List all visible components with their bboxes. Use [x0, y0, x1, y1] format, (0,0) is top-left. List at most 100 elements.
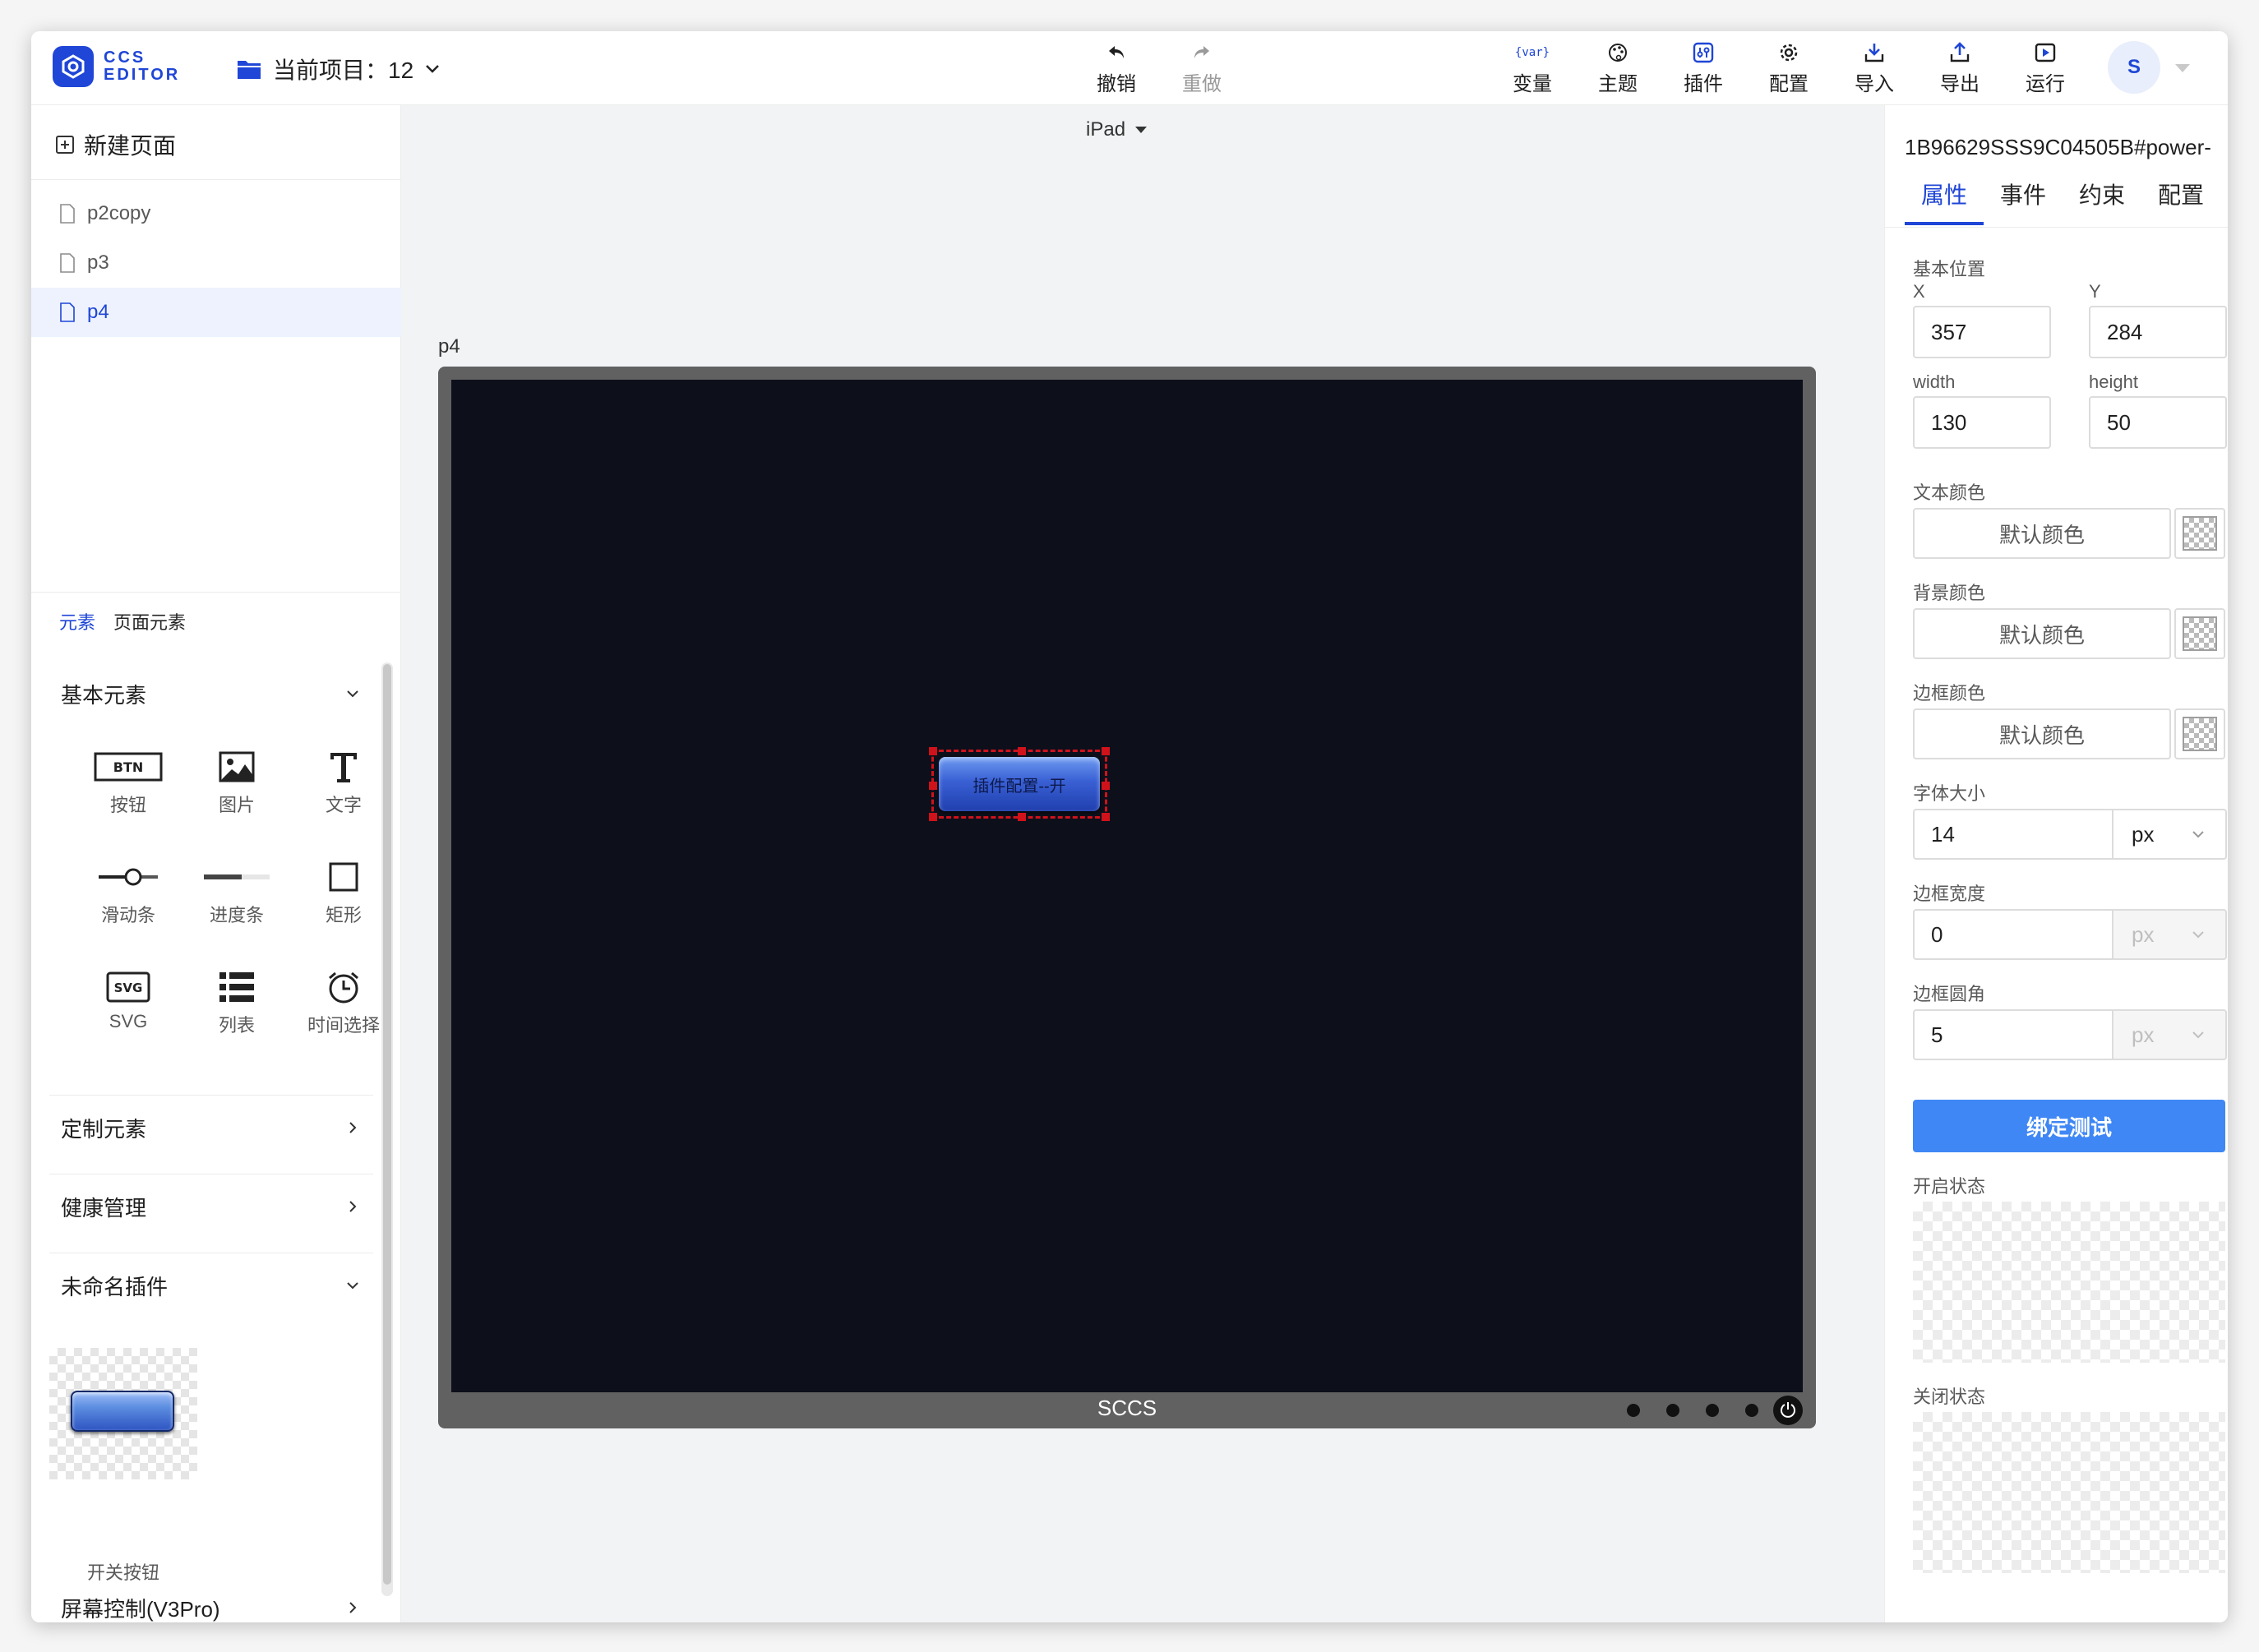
border-color-button[interactable]: 默认颜色 — [1913, 708, 2171, 759]
tab-elements[interactable]: 元素 — [59, 608, 95, 634]
add-square-icon — [56, 136, 74, 154]
device-selector[interactable]: iPad — [1086, 118, 1148, 141]
chevron-down-icon — [426, 65, 440, 73]
var-icon: {var} — [1516, 46, 1549, 59]
element-svg[interactable]: SVG SVG — [79, 967, 178, 1057]
section-health-management[interactable]: 健康管理 — [49, 1182, 373, 1231]
divider — [31, 179, 401, 180]
list-icon — [219, 972, 254, 1002]
component-id: 1B96629SSS9C04505B#power- — [1905, 135, 2211, 159]
user-avatar[interactable]: S — [2108, 41, 2160, 94]
resize-handle[interactable] — [1018, 747, 1026, 755]
device-frame: 插件配置--开 SCCS — [438, 367, 1816, 1428]
rect-icon — [329, 862, 358, 892]
theme-button[interactable]: 主题 — [1585, 41, 1651, 97]
top-toolbar: CCS EDITOR 当前项目：12 撤销 重做 {var} 变量 主题 插件 … — [31, 31, 2228, 105]
border-color-picker[interactable] — [2174, 708, 2225, 759]
element-slider[interactable]: 滑动条 — [79, 856, 178, 947]
svg-text:SVG: SVG — [114, 981, 143, 995]
project-selector[interactable]: 当前项目：12 — [237, 53, 441, 85]
bind-test-button[interactable]: 绑定测试 — [1913, 1100, 2225, 1152]
import-icon — [1864, 44, 1884, 62]
svg-text:{var}: {var} — [1516, 46, 1549, 59]
element-list[interactable]: 列表 — [187, 967, 286, 1057]
section-screen-control[interactable]: 屏幕控制(V3Pro) — [49, 1593, 373, 1622]
app-logo: CCS EDITOR — [53, 46, 180, 87]
off-state-label: 关闭状态 — [1913, 1387, 1986, 1407]
resize-handle[interactable] — [1102, 782, 1110, 790]
y-input[interactable]: 284 — [2089, 306, 2227, 358]
border-radius-unit-select[interactable]: px — [2112, 1009, 2227, 1060]
plugins-button[interactable]: 插件 — [1670, 41, 1736, 97]
import-button[interactable]: 导入 — [1841, 41, 1907, 97]
font-size-input[interactable]: 14 — [1913, 809, 2113, 860]
section-unnamed-plugins[interactable]: 未命名插件 — [49, 1261, 373, 1310]
resize-handle[interactable] — [929, 813, 937, 821]
selected-component[interactable]: 插件配置--开 — [929, 747, 1110, 821]
bg-color-button[interactable]: 默认颜色 — [1913, 608, 2171, 659]
device-brand: SCCS — [1097, 1396, 1157, 1420]
resize-handle[interactable] — [1102, 747, 1110, 755]
image-icon — [219, 751, 255, 782]
plugin-switch-thumbnail[interactable] — [49, 1348, 197, 1479]
resize-handle[interactable] — [1018, 813, 1026, 821]
tab-config[interactable]: 配置 — [2141, 178, 2220, 225]
file-icon — [60, 253, 75, 273]
border-width-label: 边框宽度 — [1913, 884, 1986, 904]
height-input[interactable]: 50 — [2089, 396, 2227, 449]
undo-icon — [1109, 46, 1124, 58]
svg-text:BTN: BTN — [113, 759, 144, 775]
config-button[interactable]: 配置 — [1756, 41, 1822, 97]
variables-button[interactable]: {var} 变量 — [1499, 41, 1565, 97]
new-page-button[interactable]: 新建页面 — [56, 128, 176, 161]
element-rect[interactable]: 矩形 — [294, 856, 393, 947]
tab-constraints[interactable]: 约束 — [2063, 178, 2141, 225]
switch-button[interactable]: 插件配置--开 — [939, 757, 1100, 811]
undo-button[interactable]: 撤销 — [1083, 41, 1149, 97]
tab-page-elements[interactable]: 页面元素 — [113, 608, 186, 634]
resize-handle[interactable] — [929, 747, 937, 755]
section-basic-elements[interactable]: 基本元素 — [49, 669, 373, 718]
chevron-right-icon — [349, 1201, 357, 1212]
off-state-image-slot[interactable] — [1913, 1412, 2225, 1573]
play-icon — [2035, 43, 2056, 62]
page-item-p2copy[interactable]: p2copy — [31, 189, 401, 238]
element-image[interactable]: 图片 — [187, 746, 286, 837]
redo-button[interactable]: 重做 — [1169, 41, 1235, 97]
font-size-unit-select[interactable]: px — [2112, 809, 2227, 860]
resize-handle[interactable] — [929, 782, 937, 790]
on-state-image-slot[interactable] — [1913, 1202, 2225, 1363]
width-label: width — [1913, 371, 1956, 392]
export-button[interactable]: 导出 — [1927, 41, 1993, 97]
bg-color-label: 背景颜色 — [1913, 583, 1986, 603]
avatar-menu-caret-icon[interactable] — [2175, 64, 2190, 72]
divider — [49, 1095, 373, 1096]
divider — [31, 592, 401, 593]
element-progress[interactable]: 进度条 — [187, 856, 286, 947]
bg-color-picker[interactable] — [2174, 608, 2225, 659]
border-radius-input[interactable]: 5 — [1913, 1009, 2113, 1060]
element-library: 基本元素 BTN 按钮 图片 文字 滑动条 进度条 矩形 SVG SVG 列表 … — [31, 656, 401, 1622]
element-text[interactable]: 文字 — [294, 746, 393, 837]
text-color-picker[interactable] — [2174, 508, 2225, 559]
button-icon: BTN — [94, 752, 163, 782]
page-item-p3[interactable]: p3 — [31, 238, 401, 288]
section-custom-elements[interactable]: 定制元素 — [49, 1103, 373, 1152]
tab-events[interactable]: 事件 — [1984, 178, 2063, 225]
width-input[interactable]: 130 — [1913, 396, 2051, 449]
element-button[interactable]: BTN 按钮 — [79, 746, 178, 837]
element-time-picker[interactable]: 时间选择 — [294, 967, 393, 1057]
property-tabs: 属性 事件 约束 配置 — [1905, 178, 2220, 225]
border-width-unit-select[interactable]: px — [2112, 909, 2227, 960]
tab-properties[interactable]: 属性 — [1905, 178, 1984, 225]
design-canvas[interactable]: iPad p4 插件配置--开 SCCS — [402, 105, 1883, 1622]
x-input[interactable]: 357 — [1913, 306, 2051, 358]
border-width-input[interactable]: 0 — [1913, 909, 2113, 960]
run-button[interactable]: 运行 — [2012, 41, 2078, 97]
resize-handle[interactable] — [1102, 813, 1110, 821]
checker-icon — [2183, 616, 2217, 651]
page-item-p4[interactable]: p4 — [31, 288, 401, 337]
text-color-button[interactable]: 默认颜色 — [1913, 508, 2171, 559]
indicator-dot — [1745, 1404, 1758, 1417]
device-screen[interactable]: 插件配置--开 — [451, 380, 1803, 1392]
